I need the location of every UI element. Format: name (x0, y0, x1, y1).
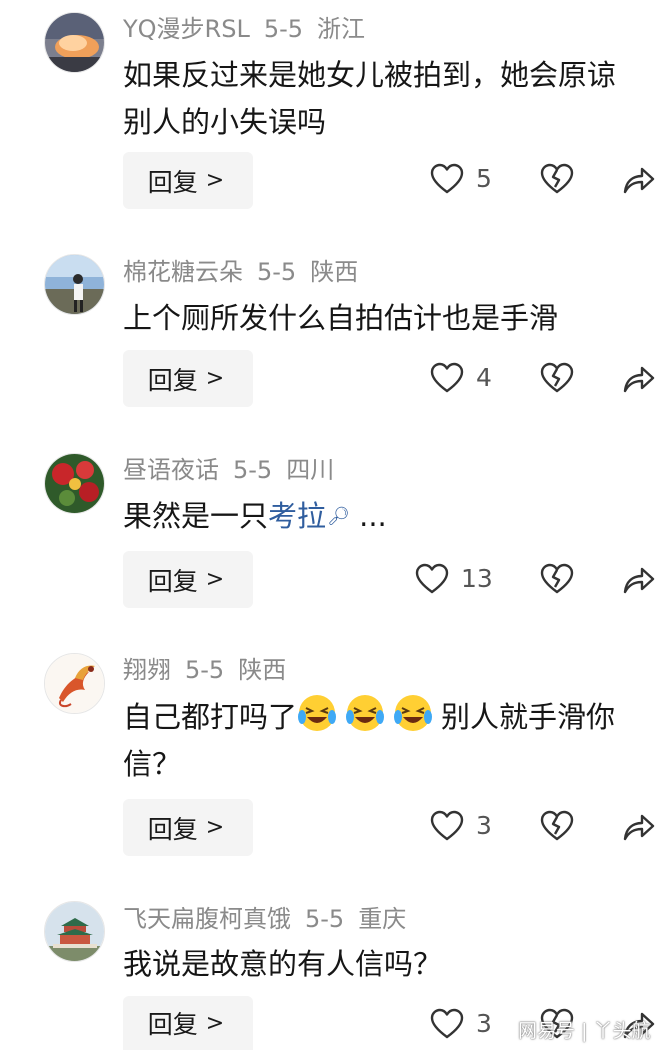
comment-text: 果然是一只考拉🔎︎ ... (123, 493, 643, 540)
reply-label: 回复 (147, 365, 198, 395)
comment-text: 如果反过来是她女儿被拍到，她会原谅 别人的小失误吗 (123, 52, 643, 146)
comment-text-line: 信？ (123, 747, 182, 781)
comment-location: 陕西 (238, 656, 287, 684)
user-avatar[interactable] (44, 901, 105, 962)
comment-text-line: 上个厕所发什么自拍估计也是手滑 (123, 301, 559, 335)
heart-outline-icon[interactable] (430, 1008, 464, 1040)
reply-label: 回复 (147, 566, 198, 596)
user-avatar[interactable] (44, 254, 105, 315)
like-count: 3 (476, 1009, 492, 1038)
comment-location: 重庆 (358, 905, 407, 933)
heart-outline-icon[interactable] (430, 810, 464, 842)
comment-text-segment: 自己都打吗了 (123, 700, 298, 734)
user-avatar[interactable] (44, 12, 105, 73)
comment-location: 四川 (286, 456, 335, 484)
comment-location: 陕西 (310, 258, 359, 286)
comment-meta: 飞天扁腹柯真饿 5-5 重庆 (123, 904, 420, 934)
user-avatar[interactable] (44, 653, 105, 714)
heart-outline-icon[interactable] (430, 163, 464, 195)
red-flower-avatar (45, 454, 104, 513)
user-avatar[interactable] (44, 453, 105, 514)
reply-button[interactable]: 回复 > (123, 996, 253, 1050)
username[interactable]: 翔翙 (123, 656, 171, 684)
share-arrow-icon[interactable] (622, 565, 656, 595)
comment-meta: 昼语夜话 5-5 四川 (123, 455, 348, 485)
comment-text-segment: ... (349, 499, 387, 533)
laughing-crying-emoji (298, 695, 337, 731)
comment-date: 5-5 (257, 258, 297, 286)
reply-button[interactable]: 回复 > (123, 551, 253, 608)
laughing-crying-emoji (346, 695, 385, 731)
comment-meta: 棉花糖云朵 5-5 陕西 (123, 257, 372, 287)
comment-text: 上个厕所发什么自拍估计也是手滑 (123, 295, 643, 342)
chevron-right-icon: > (205, 366, 225, 391)
comment-date: 5-5 (185, 656, 225, 684)
reply-button[interactable]: 回复 > (123, 799, 253, 856)
reply-label: 回复 (147, 167, 198, 197)
username[interactable]: 昼语夜话 (123, 456, 219, 484)
phoenix-bird-avatar (45, 654, 104, 713)
comment-text-segment: 别人就手滑你 (441, 700, 616, 734)
comment-text-line: 自己都打吗了 别人就手滑你 (123, 693, 643, 741)
broken-heart-icon[interactable] (540, 163, 574, 195)
temple-building-avatar (45, 902, 104, 961)
comment-meta: 翔翙 5-5 陕西 (123, 655, 300, 685)
like-count: 5 (476, 164, 492, 193)
search-link[interactable]: 考拉 (268, 499, 326, 533)
broken-heart-icon[interactable] (540, 563, 574, 595)
heart-outline-icon[interactable] (415, 563, 449, 595)
comment-meta: YQ漫步RSL 5-5 浙江 (123, 14, 379, 44)
username[interactable]: 棉花糖云朵 (123, 258, 243, 286)
comment-text-line: 我说是故意的有人信吗？ (123, 947, 443, 981)
share-arrow-icon[interactable] (622, 812, 656, 842)
share-arrow-icon[interactable] (622, 364, 656, 394)
broken-heart-icon[interactable] (540, 362, 574, 394)
comment-text-line: 如果反过来是她女儿被拍到，她会原谅 (123, 58, 617, 92)
username[interactable]: 飞天扁腹柯真饿 (123, 905, 291, 933)
comment-text-line: 别人的小失误吗 (123, 105, 327, 139)
comment-text-line: 果然是一只考拉🔎︎ ... (123, 493, 643, 540)
comment-date: 5-5 (305, 905, 345, 933)
comment-text: 我说是故意的有人信吗？ (123, 941, 643, 988)
chevron-right-icon: > (205, 168, 225, 193)
reply-label: 回复 (147, 814, 198, 844)
chevron-right-icon: > (205, 567, 225, 592)
comment-text: 自己都打吗了 别人就手滑你 信？ (123, 693, 643, 788)
comment-location: 浙江 (317, 15, 366, 43)
like-count: 4 (476, 363, 492, 392)
heart-outline-icon[interactable] (430, 362, 464, 394)
chevron-right-icon: > (205, 1010, 225, 1036)
search-icon[interactable]: 🔎︎ (327, 493, 350, 540)
reply-button[interactable]: 回复 > (123, 350, 253, 407)
person-outdoor-avatar (45, 255, 104, 314)
like-count: 13 (461, 564, 493, 593)
username[interactable]: YQ漫步RSL (123, 15, 250, 43)
broken-heart-icon[interactable] (540, 810, 574, 842)
laughing-crying-emoji (394, 695, 433, 731)
sunset-cloud-avatar (45, 13, 104, 72)
chevron-right-icon: > (205, 815, 225, 840)
share-arrow-icon[interactable] (622, 165, 656, 195)
comment-date: 5-5 (263, 15, 304, 43)
like-count: 3 (476, 811, 492, 840)
comment-date: 5-5 (233, 456, 273, 484)
reply-button[interactable]: 回复 > (123, 152, 253, 209)
watermark: 网易号 | 丫头航 (518, 1020, 651, 1042)
comment-text-segment: 果然是一只 (123, 499, 269, 533)
reply-label: 回复 (147, 1010, 198, 1039)
